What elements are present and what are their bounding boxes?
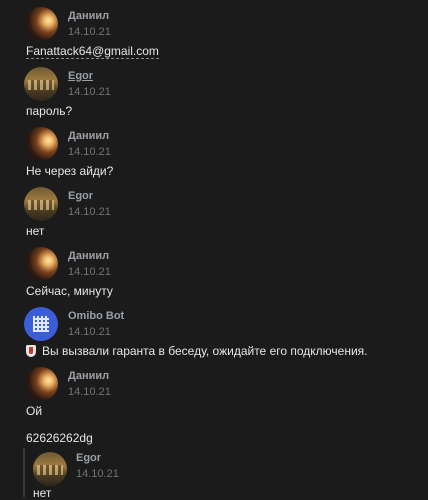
avatar[interactable] [24, 247, 58, 281]
message-text: Сейчас, минуту [26, 284, 113, 298]
avatar[interactable] [24, 367, 58, 401]
author-name[interactable]: Egor [68, 190, 93, 202]
avatar[interactable] [24, 187, 58, 221]
message-date: 14.10.21 [68, 86, 111, 98]
avatar[interactable] [33, 452, 67, 486]
message-date: 14.10.21 [68, 26, 111, 38]
message-text: 62626262dg [26, 431, 93, 445]
quote-bar [23, 448, 25, 497]
avatar[interactable] [24, 7, 58, 41]
message-date: 14.10.21 [68, 326, 111, 338]
message-text: нет [33, 486, 52, 500]
message-text: Не через айди? [26, 164, 114, 178]
bot-message-text: Вы вызвали гаранта в беседу, ожидайте ег… [42, 344, 368, 358]
shield-icon [26, 345, 36, 357]
author-name[interactable]: Даниил [68, 10, 109, 22]
author-name[interactable]: Даниил [68, 370, 109, 382]
avatar[interactable] [24, 67, 58, 101]
message-text: Fanattack64@gmail.com [26, 44, 159, 59]
author-name[interactable]: Даниил [68, 130, 109, 142]
message-text: Ой [26, 404, 43, 418]
message-date: 14.10.21 [68, 266, 111, 278]
avatar[interactable] [24, 127, 58, 161]
email-link[interactable]: Fanattack64@gmail.com [26, 44, 159, 59]
message-text: пароль? [26, 104, 73, 118]
message-text: Вы вызвали гаранта в беседу, ожидайте ег… [26, 344, 367, 358]
message-date: 14.10.21 [68, 386, 111, 398]
author-name[interactable]: Даниил [68, 250, 109, 262]
bot-avatar[interactable] [24, 307, 58, 341]
qr-icon [33, 316, 49, 332]
author-name[interactable]: Omibo Bot [68, 310, 124, 322]
message-date: 14.10.21 [76, 468, 119, 480]
message-text: нет [26, 224, 45, 238]
message-date: 14.10.21 [68, 206, 111, 218]
author-name[interactable]: Egor [76, 452, 101, 464]
message-date: 14.10.21 [68, 146, 111, 158]
author-name[interactable]: Egor [68, 70, 93, 82]
